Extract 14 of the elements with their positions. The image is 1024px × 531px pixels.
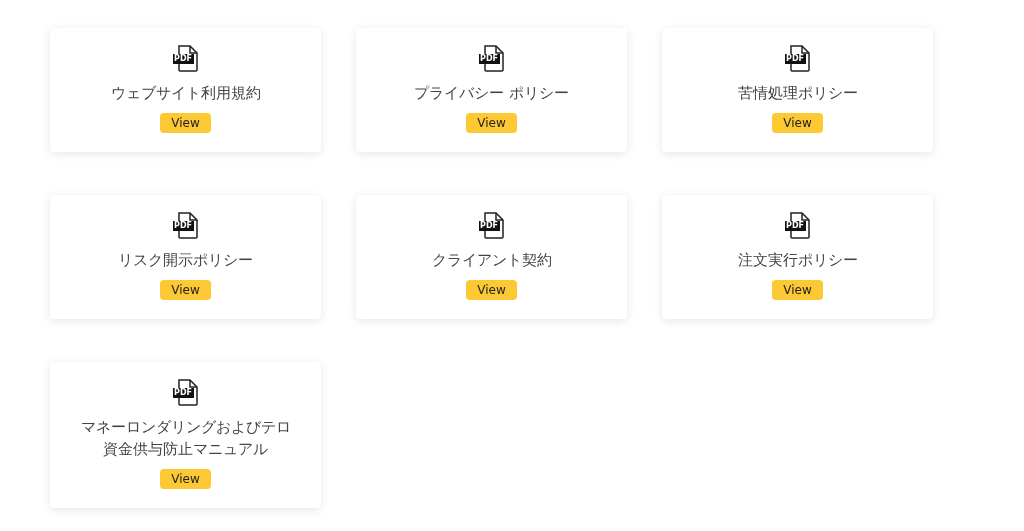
document-title: リスク開示ポリシー <box>118 250 253 271</box>
document-title: プライバシー ポリシー <box>414 83 569 104</box>
document-title: クライアント契約 <box>431 250 552 271</box>
document-title: ウェブサイト利用規約 <box>110 83 261 104</box>
view-button[interactable]: View <box>772 113 823 133</box>
view-button[interactable]: View <box>160 113 211 133</box>
view-button[interactable]: View <box>160 469 211 489</box>
view-button[interactable]: View <box>160 280 211 300</box>
view-button[interactable]: View <box>772 280 823 300</box>
view-button[interactable]: View <box>466 113 517 133</box>
view-button[interactable]: View <box>466 280 517 300</box>
document-title: マネーロンダリングおよびテロ資金供与防止マニュアル <box>79 417 292 460</box>
document-title: 苦情処理ポリシー <box>737 83 858 104</box>
document-title: 注文実行ポリシー <box>737 250 858 271</box>
